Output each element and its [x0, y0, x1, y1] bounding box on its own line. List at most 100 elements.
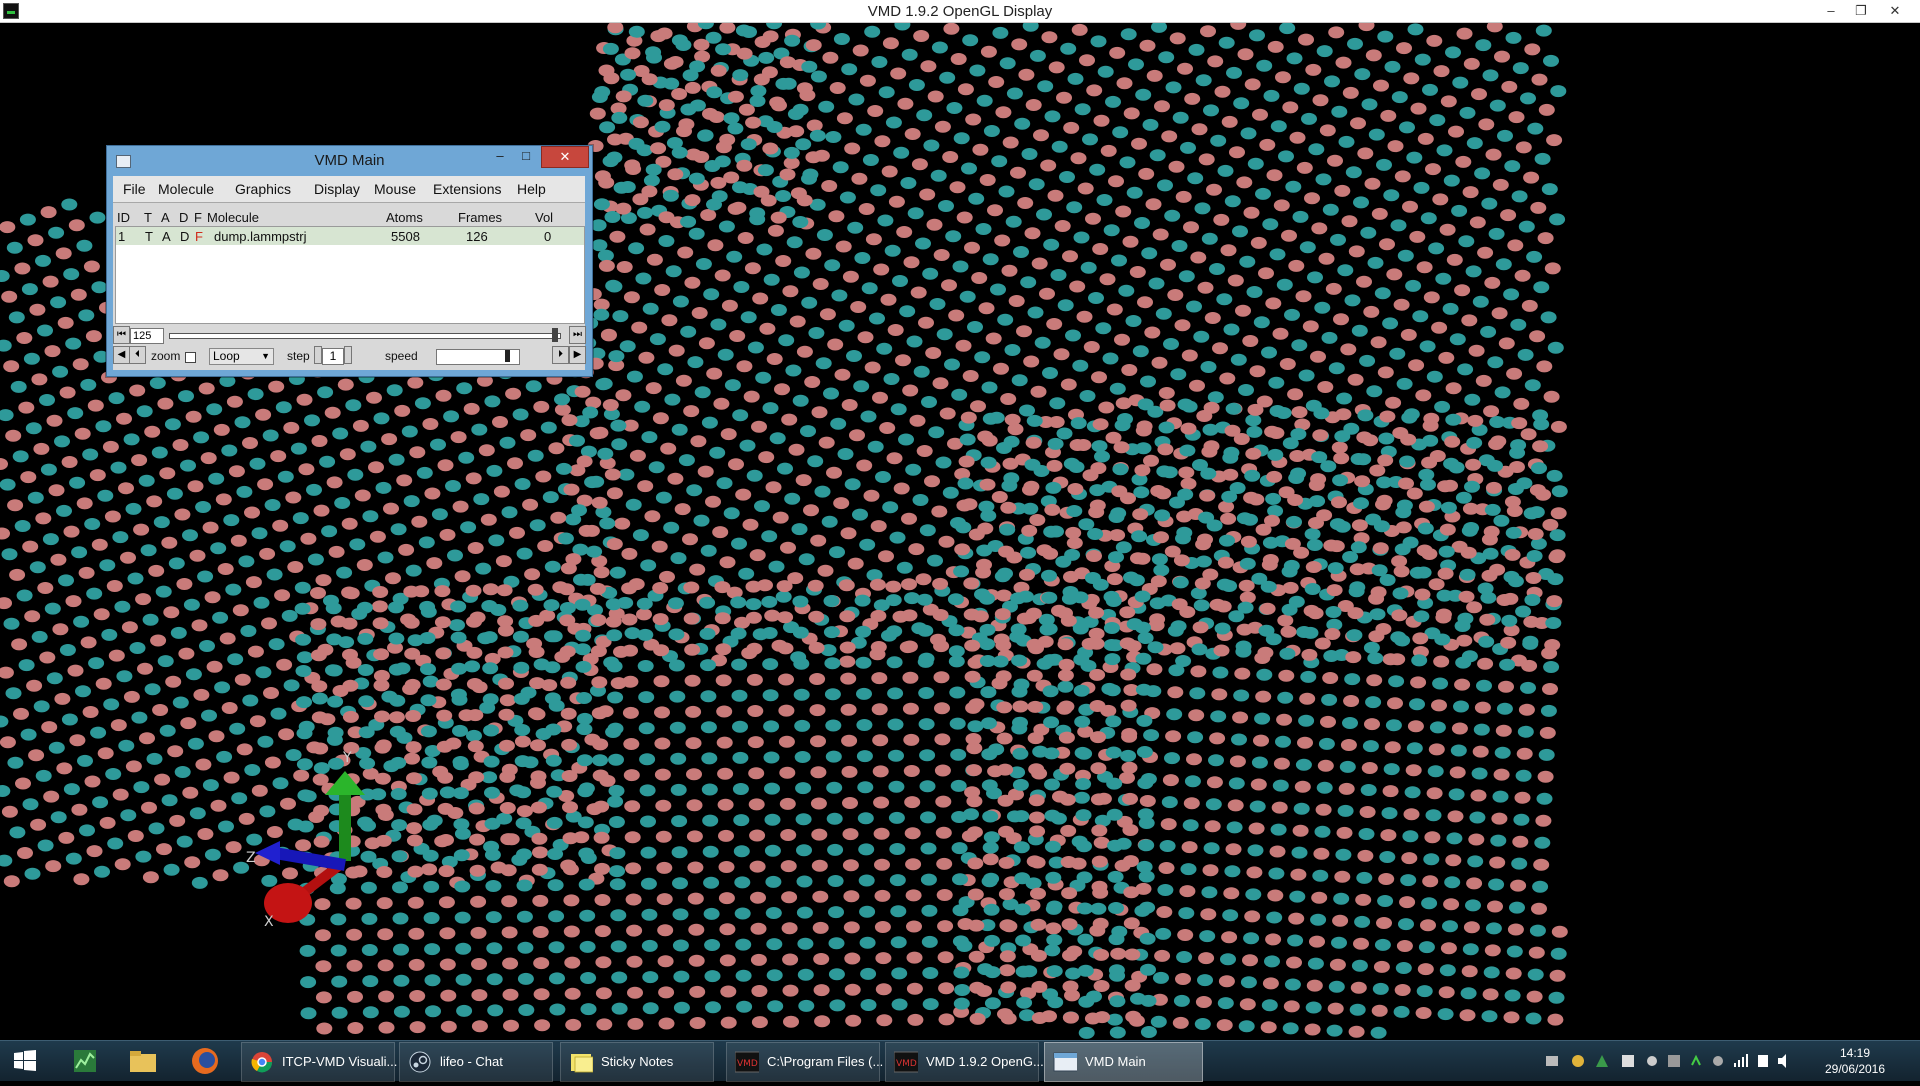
vmd-main-minimize-button[interactable]: – — [487, 146, 513, 166]
task-label: Sticky Notes — [601, 1054, 674, 1069]
molecule-row[interactable]: 1 T A D F dump.lammpstrj 5508 126 0 — [116, 227, 584, 245]
pinned-firefox[interactable] — [180, 1044, 230, 1078]
svg-text:VMD: VMD — [896, 1059, 917, 1069]
x-axis-label: X — [264, 914, 274, 930]
task-label: C:\Program Files (... — [767, 1054, 884, 1069]
gl-display-titlebar[interactable]: VMD 1.9.2 OpenGL Display – ❐ ✕ — [0, 0, 1920, 23]
col-active: A — [161, 210, 170, 225]
task-vmd-opengl[interactable]: VMD VMD 1.9.2 OpenG... — [885, 1042, 1044, 1082]
restore-button[interactable]: ❐ — [1846, 1, 1876, 21]
vmd-main-window[interactable]: VMD Main – □ ✕ File Molecule Graphics Di… — [106, 145, 593, 377]
task-label: ITCP-VMD Visuali... — [282, 1054, 398, 1069]
vmd-icon: VMD — [735, 1051, 759, 1073]
mol-name[interactable]: dump.lammpstrj — [214, 229, 306, 244]
tray-icons — [1546, 1054, 1786, 1068]
task-sticky-notes[interactable]: Sticky Notes — [560, 1042, 714, 1082]
vmd-main-body: File Molecule Graphics Display Mouse Ext… — [113, 176, 586, 370]
tray-icon — [1691, 1054, 1701, 1066]
mol-drawn-flag[interactable]: D — [180, 229, 189, 244]
y-axis-label: Y — [343, 750, 352, 766]
col-top: T — [144, 210, 152, 225]
action-center-icon — [1758, 1055, 1768, 1067]
frame-control-row: ⏮ 125 ⏭ — [113, 326, 586, 346]
drive-icon — [1596, 1055, 1608, 1067]
minimize-button[interactable]: – — [1816, 1, 1846, 21]
step-back-button[interactable]: ⏴ — [129, 346, 146, 364]
windows-logo-icon — [14, 1050, 36, 1071]
zoom-checkbox[interactable] — [185, 352, 196, 363]
play-reverse-button[interactable]: ◀ — [113, 346, 130, 364]
clock-time: 14:19 — [1839, 1046, 1871, 1060]
col-atoms: Atoms — [386, 210, 423, 225]
sticky-notes-icon — [571, 1054, 593, 1073]
system-tray — [1540, 1041, 1800, 1081]
frame-slider[interactable] — [169, 333, 561, 339]
task-label: VMD 1.9.2 OpenG... — [926, 1054, 1044, 1069]
menu-graphics[interactable]: Graphics — [235, 181, 291, 197]
mol-top-flag[interactable]: T — [145, 229, 153, 244]
task-vmd-main[interactable]: VMD Main — [1044, 1042, 1203, 1082]
vmd-main-maximize-button[interactable]: □ — [513, 146, 539, 166]
step-label: step — [287, 349, 310, 363]
tray-icon — [1668, 1055, 1680, 1067]
step-forward-button[interactable]: ⏵ — [552, 346, 569, 364]
col-vol: Vol — [535, 210, 554, 225]
frame-number-input[interactable]: 125 — [130, 328, 164, 344]
step-decrement-button[interactable] — [314, 346, 322, 364]
tray-icon — [1546, 1056, 1558, 1066]
col-id: ID — [117, 210, 130, 225]
menu-display[interactable]: Display — [314, 181, 360, 197]
play-forward-button[interactable]: ▶ — [569, 346, 586, 364]
mol-id: 1 — [118, 229, 126, 244]
speed-label: speed — [385, 349, 418, 363]
molecule-list-header: ID T A D F Molecule Atoms Frames Vol — [113, 208, 585, 226]
steam-tray-icon — [1713, 1056, 1723, 1066]
system-clock[interactable]: 14:19 29/06/2016 — [1820, 1045, 1890, 1077]
loop-mode-menu[interactable]: Loop ▼ — [209, 348, 274, 365]
loop-mode-value: Loop — [213, 349, 240, 363]
menu-help[interactable]: Help — [517, 181, 546, 197]
start-button[interactable] — [0, 1041, 50, 1081]
gl-display-title: VMD 1.9.2 OpenGL Display — [867, 3, 1053, 20]
windows-store-icon — [1622, 1055, 1634, 1067]
menu-mouse[interactable]: Mouse — [374, 181, 416, 197]
tray-icon — [1647, 1056, 1657, 1066]
col-drawn: D — [179, 210, 189, 225]
col-molecule: Molecule — [207, 210, 260, 225]
z-axis-label: Z — [246, 850, 256, 866]
vmd-icon: VMD — [894, 1051, 918, 1073]
firefox-icon — [192, 1048, 218, 1074]
menu-file[interactable]: File — [123, 181, 146, 197]
pinned-file-explorer[interactable] — [118, 1044, 168, 1078]
col-fixed: F — [194, 210, 202, 225]
mol-fixed-flag[interactable]: F — [195, 229, 203, 244]
animation-control-row: ◀ ⏴ zoom Loop ▼ step 1 speed ⏵ ▶ — [113, 346, 586, 366]
go-to-start-button[interactable]: ⏮ — [113, 326, 130, 344]
go-to-end-button[interactable]: ⏭ — [569, 326, 586, 344]
volume-icon — [1778, 1054, 1786, 1068]
task-vmd-console[interactable]: VMD C:\Program Files (... — [726, 1042, 884, 1082]
mol-atoms: 5508 — [391, 229, 420, 244]
step-increment-button[interactable] — [344, 346, 352, 364]
mol-vol: 0 — [544, 229, 552, 244]
vmd-main-titlebar[interactable]: VMD Main – □ ✕ — [107, 146, 592, 176]
pinned-task-manager[interactable] — [60, 1044, 110, 1078]
mol-active-flag[interactable]: A — [162, 229, 171, 244]
step-input[interactable]: 1 — [322, 348, 344, 365]
menu-molecule[interactable]: Molecule — [158, 181, 214, 197]
col-frames: Frames — [458, 210, 503, 225]
molecule-list[interactable]: 1 T A D F dump.lammpstrj 5508 126 0 — [115, 226, 585, 324]
speed-slider-handle[interactable] — [505, 350, 510, 362]
task-manager-icon — [74, 1050, 96, 1072]
menu-extensions[interactable]: Extensions — [433, 181, 501, 197]
zoom-label: zoom — [151, 349, 181, 363]
vmd-main-close-button[interactable]: ✕ — [541, 146, 589, 168]
frame-slider-handle[interactable] — [552, 328, 558, 342]
task-label: VMD Main — [1085, 1054, 1146, 1069]
menu-bar: File Molecule Graphics Display Mouse Ext… — [113, 176, 585, 203]
task-steam-chat[interactable]: lifeo - Chat — [399, 1042, 553, 1082]
folder-icon — [130, 1051, 156, 1072]
task-chrome[interactable]: ITCP-VMD Visuali... — [241, 1042, 398, 1082]
close-button[interactable]: ✕ — [1880, 1, 1910, 21]
task-label: lifeo - Chat — [440, 1054, 503, 1069]
